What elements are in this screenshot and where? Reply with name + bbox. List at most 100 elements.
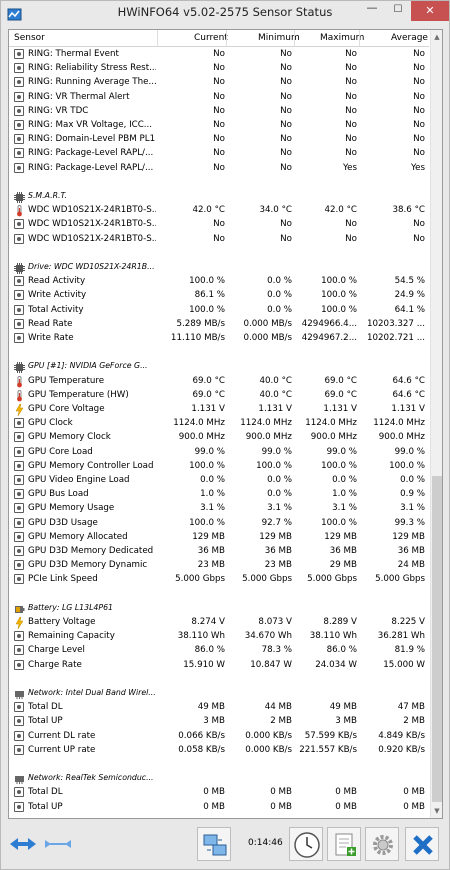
sensor-row[interactable]: GPU Memory Controller Load 100.0 % 100.0 %… <box>9 460 429 474</box>
vertical-scrollbar[interactable]: ▲ ▼ <box>430 30 442 818</box>
maximum-value: 100.0 % <box>321 290 357 301</box>
group-label: GPU [#1]: NVIDIA GeForce G... <box>28 361 148 371</box>
sensor-row[interactable]: Total UP 3 MB 2 MB 3 MB 2 MB <box>9 715 429 729</box>
current-value: No <box>213 162 225 173</box>
current-value: 1.0 % <box>200 489 225 500</box>
expand-button[interactable] <box>6 827 40 861</box>
close-button[interactable]: ✕ <box>411 1 449 21</box>
chip-icon <box>14 192 25 203</box>
sensor-row[interactable]: Write Activity 86.1 % 0.0 % 100.0 % 24.9 % <box>9 289 429 303</box>
sensor-row[interactable]: Current DL rate 0.066 KB/s 0.000 KB/s 57.59… <box>9 730 429 744</box>
sensor-row[interactable]: RING: Reliability Stress Rest... No No No No <box>9 62 429 76</box>
sensor-row[interactable]: Total DL 0 MB 0 MB 0 MB 0 MB <box>9 786 429 800</box>
average-value: 2 MB <box>403 716 425 727</box>
sensor-row[interactable]: RING: Running Average The... No No No No <box>9 76 429 90</box>
column-current[interactable]: Current <box>194 33 228 43</box>
minimum-value: 10.847 W <box>250 659 292 670</box>
sensor-row[interactable]: GPU Clock 1124.0 MHz 1124.0 MHz 1124.0 MHz 1… <box>9 417 429 431</box>
sensor-table[interactable]: Sensor Current Minimum Maximum Average R… <box>8 29 443 819</box>
reset-timer-button[interactable] <box>289 827 323 861</box>
sensor-row[interactable]: WDC WD10S21X-24R1BT0-S... 42.0 °C 34.0 °C 4… <box>9 204 429 218</box>
sensor-row[interactable]: Charge Rate 15.910 W 10.847 W 24.034 W 15.00… <box>9 659 429 673</box>
sensor-row[interactable]: GPU Memory Usage 3.1 % 3.1 % 3.1 % 3.1 % <box>9 502 429 516</box>
column-sensor[interactable]: Sensor <box>14 33 45 43</box>
current-value: 42.0 °C <box>192 205 225 216</box>
close-sensors-button[interactable] <box>405 827 439 861</box>
average-value: 8.225 V <box>391 617 425 627</box>
sensor-row[interactable]: Charge Level 86.0 % 78.3 % 86.0 % 81.9 % <box>9 644 429 658</box>
maximize-button[interactable]: ☐ <box>385 1 411 21</box>
column-maximum[interactable]: Maximum <box>320 33 364 43</box>
sensor-label: RING: VR TDC <box>28 105 89 116</box>
minimum-value: 40.0 °C <box>259 375 292 386</box>
clock-icon <box>294 832 320 858</box>
column-divider[interactable] <box>294 30 295 47</box>
sensor-row[interactable]: Total DL 49 MB 44 MB 49 MB 47 MB <box>9 701 429 715</box>
sensor-group-row[interactable]: Battery: LG L13L4P61 <box>9 602 429 616</box>
lightning-icon <box>14 616 25 630</box>
group-label: S.M.A.R.T. <box>28 191 67 200</box>
scroll-down-arrow[interactable]: ▼ <box>431 804 442 818</box>
sensor-row[interactable]: Read Activity 100.0 % 0.0 % 100.0 % 54.5 % <box>9 275 429 289</box>
sensor-row[interactable]: GPU Memory Allocated 129 MB 129 MB 129 MB 12… <box>9 531 429 545</box>
sensor-label: Current DL rate <box>28 730 96 741</box>
sensor-group-row[interactable]: Drive: WDC WD10S21X-24R1B... <box>9 261 429 275</box>
title-bar[interactable]: HWiNFO64 v5.02-2575 Sensor Status — ☐ ✕ <box>1 1 449 29</box>
sensor-row[interactable]: GPU Core Load 99.0 % 99.0 % 99.0 % 99.0 % <box>9 446 429 460</box>
current-value: 0 MB <box>203 801 225 812</box>
sensor-row[interactable]: GPU Bus Load 1.0 % 0.0 % 1.0 % 0.9 % <box>9 488 429 502</box>
sensor-row[interactable]: RING: Package-Level RAPL/... No No Yes Yes <box>9 162 429 176</box>
sensor-row[interactable]: WDC WD10S21X-24R1BT0-S... No No No No <box>9 218 429 232</box>
sensor-row[interactable]: GPU Core Voltage 1.131 V 1.131 V 1.131 V 1.1… <box>9 403 429 417</box>
sensor-group-row[interactable]: GPU [#1]: NVIDIA GeForce G... <box>9 360 429 374</box>
sensor-row[interactable]: RING: Max VR Voltage, ICC... No No No No <box>9 119 429 133</box>
sensor-row[interactable]: Read Rate 5.289 MB/s 0.000 MB/s 4294966.4..… <box>9 318 429 332</box>
sensor-row[interactable]: Total UP 0 MB 0 MB 0 MB 0 MB <box>9 801 429 815</box>
column-divider[interactable] <box>226 30 227 47</box>
sensor-group-row[interactable]: Network: RealTek Semiconduc... <box>9 772 429 786</box>
collapse-button[interactable] <box>41 827 75 861</box>
sensor-row[interactable]: Write Rate 11.110 MB/s 0.000 MB/s 4294967.2… <box>9 332 429 346</box>
sensor-row[interactable]: GPU D3D Usage 100.0 % 92.7 % 100.0 % 99.3 % <box>9 517 429 531</box>
sensor-row[interactable]: RING: VR TDC No No No No <box>9 105 429 119</box>
sensor-row[interactable]: GPU Temperature 69.0 °C 40.0 °C 69.0 °C 64.6… <box>9 375 429 389</box>
network-report-button[interactable] <box>197 827 231 861</box>
current-value: 15.910 W <box>183 659 225 670</box>
sensor-row[interactable]: RING: VR Thermal Alert No No No No <box>9 91 429 105</box>
sensor-row[interactable]: Remaining Capacity 38.110 Wh 34.670 Wh 38.1… <box>9 630 429 644</box>
sensor-row[interactable]: WDC WD10S21X-24R1BT0-S... No No No No <box>9 233 429 247</box>
sensor-row[interactable]: RING: Domain-Level PBM PL1 No No No No <box>9 133 429 147</box>
sensor-label: GPU Temperature (HW) <box>28 389 129 400</box>
sensor-icon <box>14 304 25 316</box>
sensor-row[interactable]: Battery Voltage 8.274 V 8.073 V 8.289 V 8.22… <box>9 616 429 630</box>
sensor-row[interactable]: GPU D3D Memory Dedicated 36 MB 36 MB 36 MB 3… <box>9 545 429 559</box>
scroll-up-arrow[interactable]: ▲ <box>431 30 442 44</box>
sensor-row[interactable]: PCIe Link Speed 5.000 Gbps 5.000 Gbps 5.000… <box>9 573 429 587</box>
average-value: 47 MB <box>397 702 425 713</box>
column-divider[interactable] <box>157 30 158 47</box>
minimize-button[interactable]: — <box>359 1 385 21</box>
sensor-label: Read Rate <box>28 318 73 329</box>
sensor-row[interactable]: Total Activity 100.0 % 0.0 % 100.0 % 64.1 % <box>9 304 429 318</box>
sensor-row[interactable]: Current UP rate 0.058 KB/s 0.000 KB/s 221.5… <box>9 744 429 758</box>
current-value: 100.0 % <box>189 460 225 471</box>
sensor-group-row[interactable]: S.M.A.R.T. <box>9 190 429 204</box>
sensor-row[interactable]: RING: Package-Level RAPL/... No No No No <box>9 147 429 161</box>
column-divider[interactable] <box>359 30 360 47</box>
sensor-row[interactable]: RING: Thermal Event No No No No <box>9 48 429 62</box>
minimum-value: 40.0 °C <box>259 389 292 400</box>
logging-button[interactable] <box>327 827 361 861</box>
sensor-group-row[interactable]: Network: Intel Dual Band Wirel... <box>9 687 429 701</box>
sensor-icon <box>14 560 25 571</box>
column-average[interactable]: Average <box>391 33 428 43</box>
sensor-row[interactable]: GPU D3D Memory Dynamic 23 MB 23 MB 29 MB 24 … <box>9 559 429 573</box>
sensor-icon <box>14 120 25 131</box>
sensor-row[interactable]: GPU Video Engine Load 0.0 % 0.0 % 0.0 % 0.0 … <box>9 474 429 488</box>
scroll-thumb[interactable] <box>432 476 442 802</box>
average-value: 4.849 KB/s <box>378 730 425 741</box>
settings-button[interactable] <box>365 827 399 861</box>
arrows-in-icon <box>45 840 71 848</box>
minimum-value: 34.0 °C <box>259 205 292 216</box>
sensor-row[interactable]: GPU Temperature (HW) 69.0 °C 40.0 °C 69.0 °… <box>9 389 429 403</box>
sensor-row[interactable]: GPU Memory Clock 900.0 MHz 900.0 MHz 900.0 … <box>9 431 429 445</box>
